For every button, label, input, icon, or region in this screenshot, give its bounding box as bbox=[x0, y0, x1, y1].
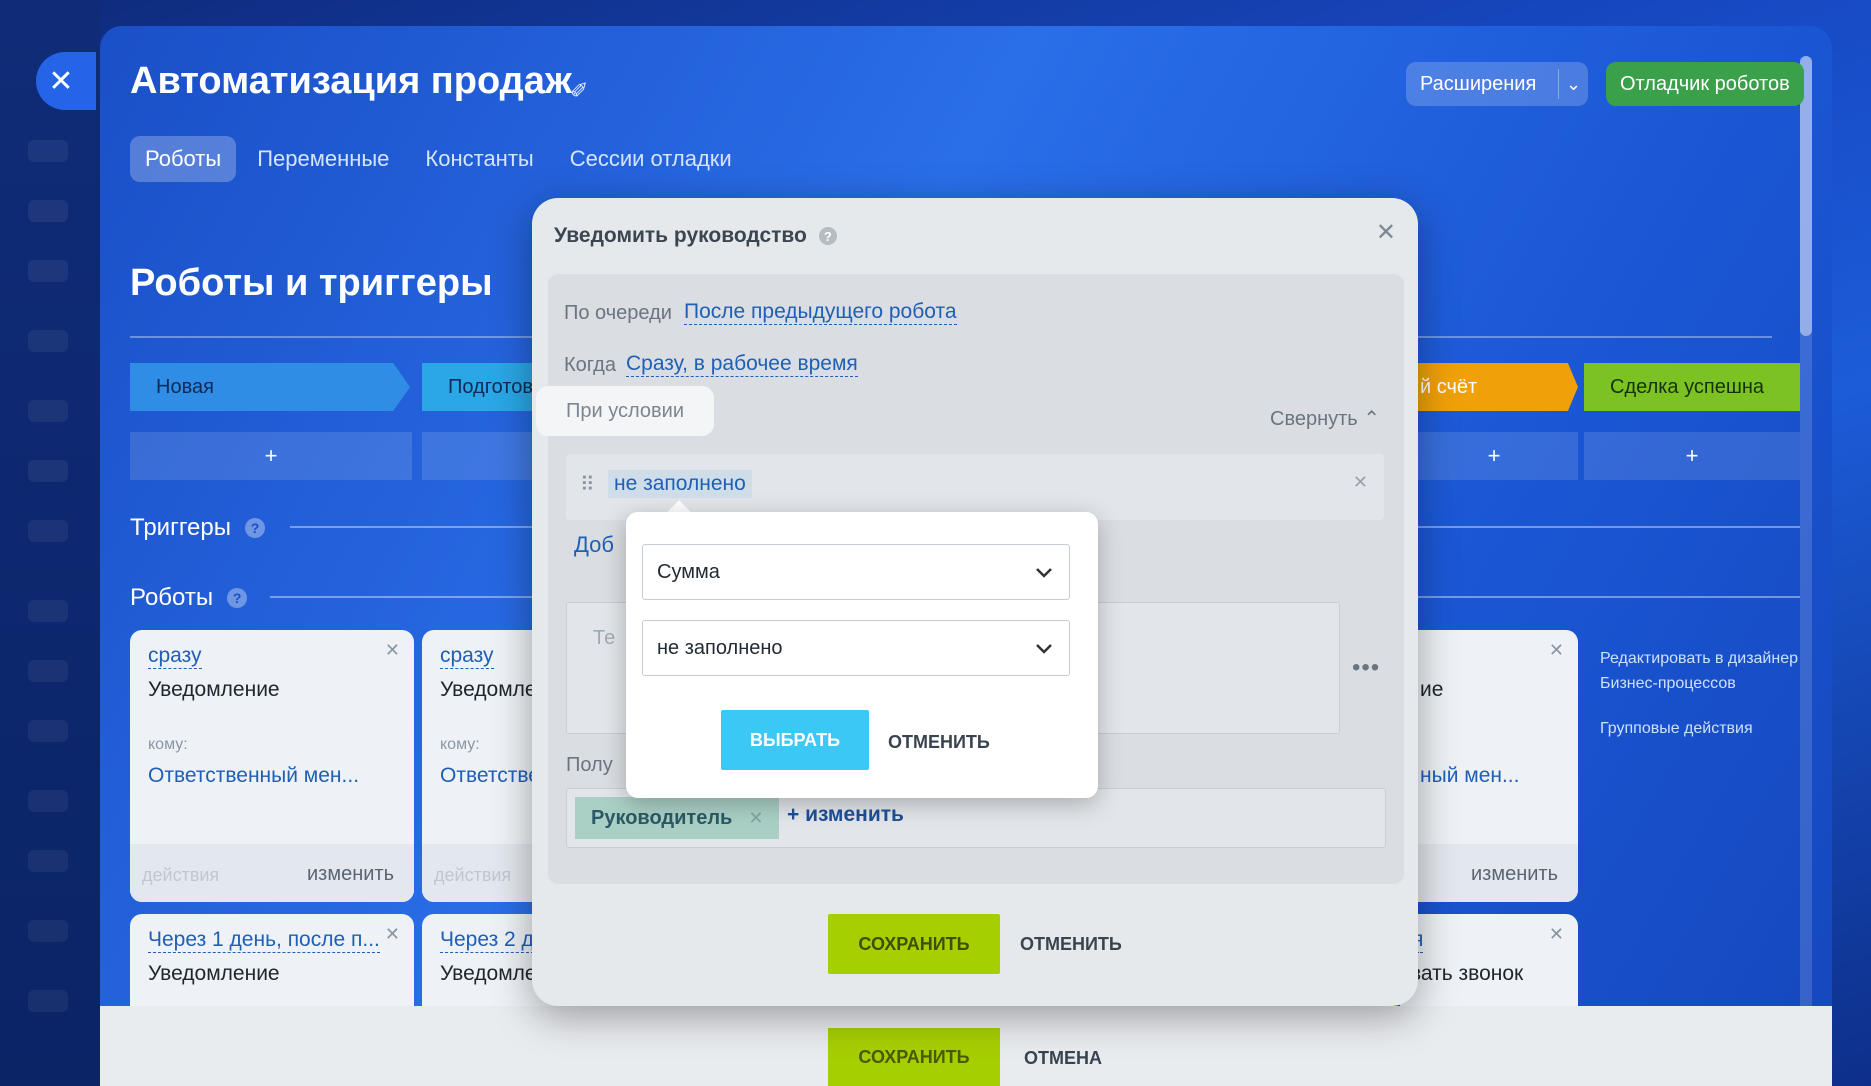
cancel-button[interactable]: ОТМЕНА bbox=[1024, 1048, 1102, 1069]
add-condition-link[interactable]: Доб bbox=[574, 532, 614, 558]
choose-button[interactable]: ВЫБРАТЬ bbox=[721, 710, 869, 770]
tab-debug-sessions[interactable]: Сессии отладки bbox=[555, 136, 747, 182]
condition-editor-popup: Сумма не заполнено ВЫБРАТЬ ОТМЕНИТЬ bbox=[626, 512, 1098, 798]
dialog-save-button[interactable]: СОХРАНИТЬ bbox=[828, 914, 1000, 974]
collapse-link[interactable]: Свернуть ⌃ bbox=[1270, 406, 1380, 431]
operator-select[interactable]: не заполнено bbox=[642, 620, 1070, 676]
robot-when-link[interactable]: сразу bbox=[148, 644, 202, 669]
recipient-link[interactable]: Ответственный мен... bbox=[148, 764, 359, 788]
robot-type: Уведомле bbox=[440, 678, 537, 701]
close-slider-button[interactable]: ✕ bbox=[36, 52, 96, 110]
recipient-link[interactable]: Ответстве bbox=[440, 764, 540, 788]
chevron-down-icon bbox=[1036, 568, 1052, 578]
recipient-link[interactable]: ный мен... bbox=[1420, 764, 1519, 788]
when-value-link[interactable]: Сразу, в рабочее время bbox=[626, 352, 858, 377]
edit-link[interactable]: изменить bbox=[307, 863, 394, 886]
triggers-heading: Триггеры ? bbox=[130, 514, 265, 542]
recipient-label: кому: bbox=[148, 736, 188, 753]
tab-bar: Роботы Переменные Константы Сессии отлад… bbox=[130, 136, 753, 182]
bp-designer-link[interactable]: Редактировать в дизайнер Бизнес-процессо… bbox=[1600, 646, 1810, 696]
close-icon[interactable]: ✕ bbox=[1376, 218, 1396, 247]
stage-new[interactable]: Новая bbox=[130, 363, 410, 411]
recipients-label: Полу bbox=[566, 754, 613, 776]
robot-type: Уведомле bbox=[440, 962, 537, 985]
textarea-placeholder: Те bbox=[593, 627, 616, 649]
robot-card[interactable]: сразу ✕ Уведомление кому: Ответственный … bbox=[130, 630, 414, 902]
close-icon[interactable]: ✕ bbox=[385, 640, 400, 661]
robot-type: Уведомление bbox=[148, 962, 280, 985]
close-icon[interactable]: ✕ bbox=[1549, 924, 1564, 945]
recipient-label: кому: bbox=[440, 736, 480, 753]
close-icon[interactable]: ✕ bbox=[385, 924, 400, 945]
when-label: Когда bbox=[564, 354, 616, 376]
popup-cancel-button[interactable]: ОТМЕНИТЬ bbox=[888, 732, 990, 753]
add-robot-column-button[interactable]: + bbox=[130, 432, 412, 480]
left-menu-rail bbox=[0, 0, 100, 1086]
side-links: Редактировать в дизайнер Бизнес-процессо… bbox=[1600, 646, 1810, 741]
extensions-button[interactable]: Расширения ⌄ bbox=[1406, 62, 1588, 106]
robot-card[interactable]: ✕ ие ный мен... изменить bbox=[1400, 630, 1578, 902]
robot-debugger-button[interactable]: Отладчик роботов bbox=[1606, 62, 1804, 106]
robot-when-link[interactable]: Через 2 д bbox=[440, 928, 534, 953]
condition-chip[interactable]: не заполнено bbox=[608, 470, 752, 498]
more-icon[interactable]: ••• bbox=[1352, 654, 1380, 682]
add-robot-column-button[interactable]: + bbox=[1410, 432, 1578, 480]
tab-robots[interactable]: Роботы bbox=[130, 136, 237, 182]
robot-when-link[interactable]: Через 1 день, после п... bbox=[148, 928, 380, 953]
page-title: Автоматизация продаж bbox=[130, 60, 572, 102]
save-button[interactable]: СОХРАНИТЬ bbox=[828, 1028, 1000, 1086]
actions-link[interactable]: действия bbox=[434, 865, 511, 886]
close-icon[interactable]: ✕ bbox=[748, 808, 763, 829]
chevron-up-icon: ⌃ bbox=[1363, 408, 1381, 430]
drag-handle-icon[interactable]: ⠿ bbox=[580, 472, 595, 497]
robot-type: Уведомление bbox=[148, 678, 280, 701]
change-recipients-link[interactable]: + изменить bbox=[787, 803, 904, 827]
stage-deal-won[interactable]: Сделка успешна bbox=[1584, 363, 1800, 411]
scrollbar[interactable] bbox=[1800, 56, 1812, 1086]
recipient-chip[interactable]: Руководитель ✕ bbox=[575, 797, 780, 839]
robot-type: ие bbox=[1420, 678, 1444, 701]
close-icon[interactable]: ✕ bbox=[1549, 640, 1564, 661]
dialog-cancel-button[interactable]: ОТМЕНИТЬ bbox=[1020, 934, 1122, 955]
help-icon[interactable]: ? bbox=[818, 227, 837, 245]
tab-variables[interactable]: Переменные bbox=[242, 136, 404, 182]
condition-label[interactable]: При условии bbox=[536, 386, 714, 436]
group-actions-link[interactable]: Групповые действия bbox=[1600, 716, 1810, 741]
pin-icon[interactable]: ✐ bbox=[570, 78, 588, 104]
chevron-down-icon bbox=[1036, 644, 1052, 654]
section-title: Роботы и триггеры bbox=[130, 262, 493, 304]
queue-label: По очереди bbox=[564, 302, 672, 324]
field-select[interactable]: Сумма bbox=[642, 544, 1070, 600]
actions-link[interactable]: действия bbox=[142, 865, 219, 886]
dialog-title: Уведомить руководство ? bbox=[554, 224, 837, 248]
close-icon: ✕ bbox=[48, 64, 74, 98]
robot-type: вать звонок bbox=[1410, 962, 1524, 985]
help-icon[interactable]: ? bbox=[245, 518, 265, 538]
stage-invoice[interactable]: й счёт bbox=[1410, 363, 1578, 411]
close-icon[interactable]: ✕ bbox=[1353, 472, 1368, 493]
robots-heading: Роботы ? bbox=[130, 584, 248, 612]
queue-value-link[interactable]: После предыдущего робота bbox=[684, 300, 957, 325]
edit-link[interactable]: изменить bbox=[1471, 863, 1558, 886]
tab-constants[interactable]: Константы bbox=[410, 136, 548, 182]
extensions-label: Расширения bbox=[1420, 72, 1537, 95]
add-robot-column-button[interactable]: + bbox=[1584, 432, 1800, 480]
robot-when-link[interactable]: сразу bbox=[440, 644, 494, 669]
help-icon[interactable]: ? bbox=[227, 588, 248, 608]
chevron-down-icon[interactable]: ⌄ bbox=[1559, 74, 1588, 95]
